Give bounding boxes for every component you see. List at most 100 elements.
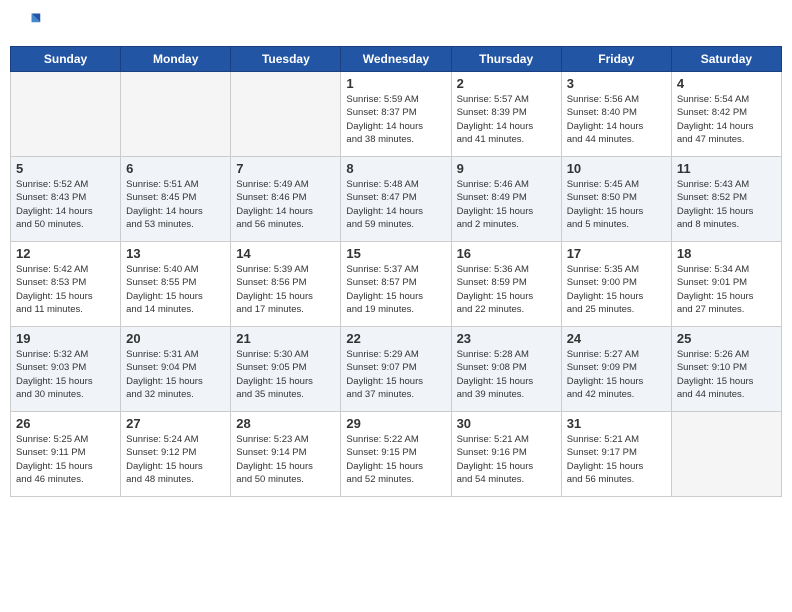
- day-number: 16: [457, 246, 556, 261]
- day-cell: 18 Sunrise: 5:34 AM Sunset: 9:01 PM Dayli…: [671, 242, 781, 327]
- day-info: Sunrise: 5:57 AM Sunset: 8:39 PM Dayligh…: [457, 93, 556, 146]
- day-number: 1: [346, 76, 445, 91]
- day-cell: 28 Sunrise: 5:23 AM Sunset: 9:14 PM Dayli…: [231, 412, 341, 497]
- day-info: Sunrise: 5:52 AM Sunset: 8:43 PM Dayligh…: [16, 178, 115, 231]
- day-cell: 13Sunrise: 5:40 AM Sunset: 8:55 PM Dayli…: [121, 242, 231, 327]
- header-monday: Monday: [121, 47, 231, 72]
- day-cell: 16 Sunrise: 5:36 AM Sunset: 8:59 PM Dayli…: [451, 242, 561, 327]
- day-cell: 2 Sunrise: 5:57 AM Sunset: 8:39 PM Daylig…: [451, 72, 561, 157]
- day-info: Sunrise: 5:46 AM Sunset: 8:49 PM Dayligh…: [457, 178, 556, 231]
- day-cell: 22 Sunrise: 5:29 AM Sunset: 9:07 PM Dayli…: [341, 327, 451, 412]
- day-number: 28: [236, 416, 335, 431]
- day-info: Sunrise: 5:49 AM Sunset: 8:46 PM Dayligh…: [236, 178, 335, 231]
- header-saturday: Saturday: [671, 47, 781, 72]
- logo: [14, 10, 46, 38]
- day-cell: 6 Sunrise: 5:51 AM Sunset: 8:45 PM Daylig…: [121, 157, 231, 242]
- day-cell: 14 Sunrise: 5:39 AM Sunset: 8:56 PM Dayli…: [231, 242, 341, 327]
- day-info: Sunrise: 5:36 AM Sunset: 8:59 PM Dayligh…: [457, 263, 556, 316]
- day-number: 19: [16, 331, 115, 346]
- week-row-4: 19 Sunrise: 5:32 AM Sunset: 9:03 PM Dayli…: [11, 327, 782, 412]
- day-number: 12: [16, 246, 115, 261]
- day-info: Sunrise: 5:56 AM Sunset: 8:40 PM Dayligh…: [567, 93, 666, 146]
- day-number: 9: [457, 161, 556, 176]
- day-cell: 20Sunrise: 5:31 AM Sunset: 9:04 PM Dayli…: [121, 327, 231, 412]
- day-number: 2: [457, 76, 556, 91]
- logo-icon: [14, 10, 42, 38]
- header-thursday: Thursday: [451, 47, 561, 72]
- day-cell: 1 Sunrise: 5:59 AM Sunset: 8:37 PM Daylig…: [341, 72, 451, 157]
- day-info: Sunrise: 5:31 AM Sunset: 9:04 PM Dayligh…: [126, 348, 225, 401]
- week-row-5: 26 Sunrise: 5:25 AM Sunset: 9:11 PM Dayli…: [11, 412, 782, 497]
- day-cell: 8 Sunrise: 5:48 AM Sunset: 8:47 PM Daylig…: [341, 157, 451, 242]
- day-info: Sunrise: 5:42 AM Sunset: 8:53 PM Dayligh…: [16, 263, 115, 316]
- day-number: 11: [677, 161, 776, 176]
- day-cell: 25 Sunrise: 5:26 AM Sunset: 9:10 PM Dayli…: [671, 327, 781, 412]
- day-info: Sunrise: 5:27 AM Sunset: 9:09 PM Dayligh…: [567, 348, 666, 401]
- day-cell: 31 Sunrise: 5:21 AM Sunset: 9:17 PM Dayli…: [561, 412, 671, 497]
- day-info: Sunrise: 5:21 AM Sunset: 9:16 PM Dayligh…: [457, 433, 556, 486]
- day-number: 15: [346, 246, 445, 261]
- week-row-1: 1 Sunrise: 5:59 AM Sunset: 8:37 PM Daylig…: [11, 72, 782, 157]
- day-info: Sunrise: 5:51 AM Sunset: 8:45 PM Dayligh…: [126, 178, 225, 231]
- week-row-2: 5 Sunrise: 5:52 AM Sunset: 8:43 PM Daylig…: [11, 157, 782, 242]
- calendar-table: SundayMondayTuesdayWednesdayThursdayFrid…: [10, 46, 782, 497]
- day-info: Sunrise: 5:23 AM Sunset: 9:14 PM Dayligh…: [236, 433, 335, 486]
- day-number: 30: [457, 416, 556, 431]
- day-number: 24: [567, 331, 666, 346]
- day-number: 22: [346, 331, 445, 346]
- day-cell: 7 Sunrise: 5:49 AM Sunset: 8:46 PM Daylig…: [231, 157, 341, 242]
- page-header: [10, 10, 782, 38]
- day-info: Sunrise: 5:29 AM Sunset: 9:07 PM Dayligh…: [346, 348, 445, 401]
- header-row: SundayMondayTuesdayWednesdayThursdayFrid…: [11, 47, 782, 72]
- day-cell: 30 Sunrise: 5:21 AM Sunset: 9:16 PM Dayli…: [451, 412, 561, 497]
- day-number: 7: [236, 161, 335, 176]
- day-info: Sunrise: 5:21 AM Sunset: 9:17 PM Dayligh…: [567, 433, 666, 486]
- day-number: 25: [677, 331, 776, 346]
- day-info: Sunrise: 5:35 AM Sunset: 9:00 PM Dayligh…: [567, 263, 666, 316]
- day-cell: 15 Sunrise: 5:37 AM Sunset: 8:57 PM Dayli…: [341, 242, 451, 327]
- day-number: 26: [16, 416, 115, 431]
- day-cell: 19 Sunrise: 5:32 AM Sunset: 9:03 PM Dayli…: [11, 327, 121, 412]
- header-tuesday: Tuesday: [231, 47, 341, 72]
- day-info: Sunrise: 5:34 AM Sunset: 9:01 PM Dayligh…: [677, 263, 776, 316]
- day-number: 6: [126, 161, 225, 176]
- day-cell: 12 Sunrise: 5:42 AM Sunset: 8:53 PM Dayli…: [11, 242, 121, 327]
- day-info: Sunrise: 5:54 AM Sunset: 8:42 PM Dayligh…: [677, 93, 776, 146]
- day-cell: 24 Sunrise: 5:27 AM Sunset: 9:09 PM Dayli…: [561, 327, 671, 412]
- day-cell: [231, 72, 341, 157]
- day-number: 5: [16, 161, 115, 176]
- day-info: Sunrise: 5:40 AM Sunset: 8:55 PM Dayligh…: [126, 263, 225, 316]
- day-cell: 23 Sunrise: 5:28 AM Sunset: 9:08 PM Dayli…: [451, 327, 561, 412]
- day-info: Sunrise: 5:28 AM Sunset: 9:08 PM Dayligh…: [457, 348, 556, 401]
- day-info: Sunrise: 5:48 AM Sunset: 8:47 PM Dayligh…: [346, 178, 445, 231]
- day-number: 18: [677, 246, 776, 261]
- day-cell: 10 Sunrise: 5:45 AM Sunset: 8:50 PM Dayli…: [561, 157, 671, 242]
- day-cell: 3Sunrise: 5:56 AM Sunset: 8:40 PM Daylig…: [561, 72, 671, 157]
- day-number: 14: [236, 246, 335, 261]
- day-cell: [671, 412, 781, 497]
- day-number: 29: [346, 416, 445, 431]
- day-cell: 9 Sunrise: 5:46 AM Sunset: 8:49 PM Daylig…: [451, 157, 561, 242]
- day-cell: 5 Sunrise: 5:52 AM Sunset: 8:43 PM Daylig…: [11, 157, 121, 242]
- day-info: Sunrise: 5:39 AM Sunset: 8:56 PM Dayligh…: [236, 263, 335, 316]
- day-number: 4: [677, 76, 776, 91]
- day-number: 27: [126, 416, 225, 431]
- day-number: 8: [346, 161, 445, 176]
- day-info: Sunrise: 5:24 AM Sunset: 9:12 PM Dayligh…: [126, 433, 225, 486]
- day-cell: 27 Sunrise: 5:24 AM Sunset: 9:12 PM Dayli…: [121, 412, 231, 497]
- day-info: Sunrise: 5:25 AM Sunset: 9:11 PM Dayligh…: [16, 433, 115, 486]
- day-number: 23: [457, 331, 556, 346]
- day-info: Sunrise: 5:22 AM Sunset: 9:15 PM Dayligh…: [346, 433, 445, 486]
- day-info: Sunrise: 5:37 AM Sunset: 8:57 PM Dayligh…: [346, 263, 445, 316]
- header-friday: Friday: [561, 47, 671, 72]
- day-info: Sunrise: 5:32 AM Sunset: 9:03 PM Dayligh…: [16, 348, 115, 401]
- day-number: 10: [567, 161, 666, 176]
- day-cell: 29 Sunrise: 5:22 AM Sunset: 9:15 PM Dayli…: [341, 412, 451, 497]
- day-cell: 11Sunrise: 5:43 AM Sunset: 8:52 PM Dayli…: [671, 157, 781, 242]
- day-info: Sunrise: 5:26 AM Sunset: 9:10 PM Dayligh…: [677, 348, 776, 401]
- day-number: 17: [567, 246, 666, 261]
- day-info: Sunrise: 5:59 AM Sunset: 8:37 PM Dayligh…: [346, 93, 445, 146]
- day-info: Sunrise: 5:45 AM Sunset: 8:50 PM Dayligh…: [567, 178, 666, 231]
- day-cell: 26 Sunrise: 5:25 AM Sunset: 9:11 PM Dayli…: [11, 412, 121, 497]
- day-number: 31: [567, 416, 666, 431]
